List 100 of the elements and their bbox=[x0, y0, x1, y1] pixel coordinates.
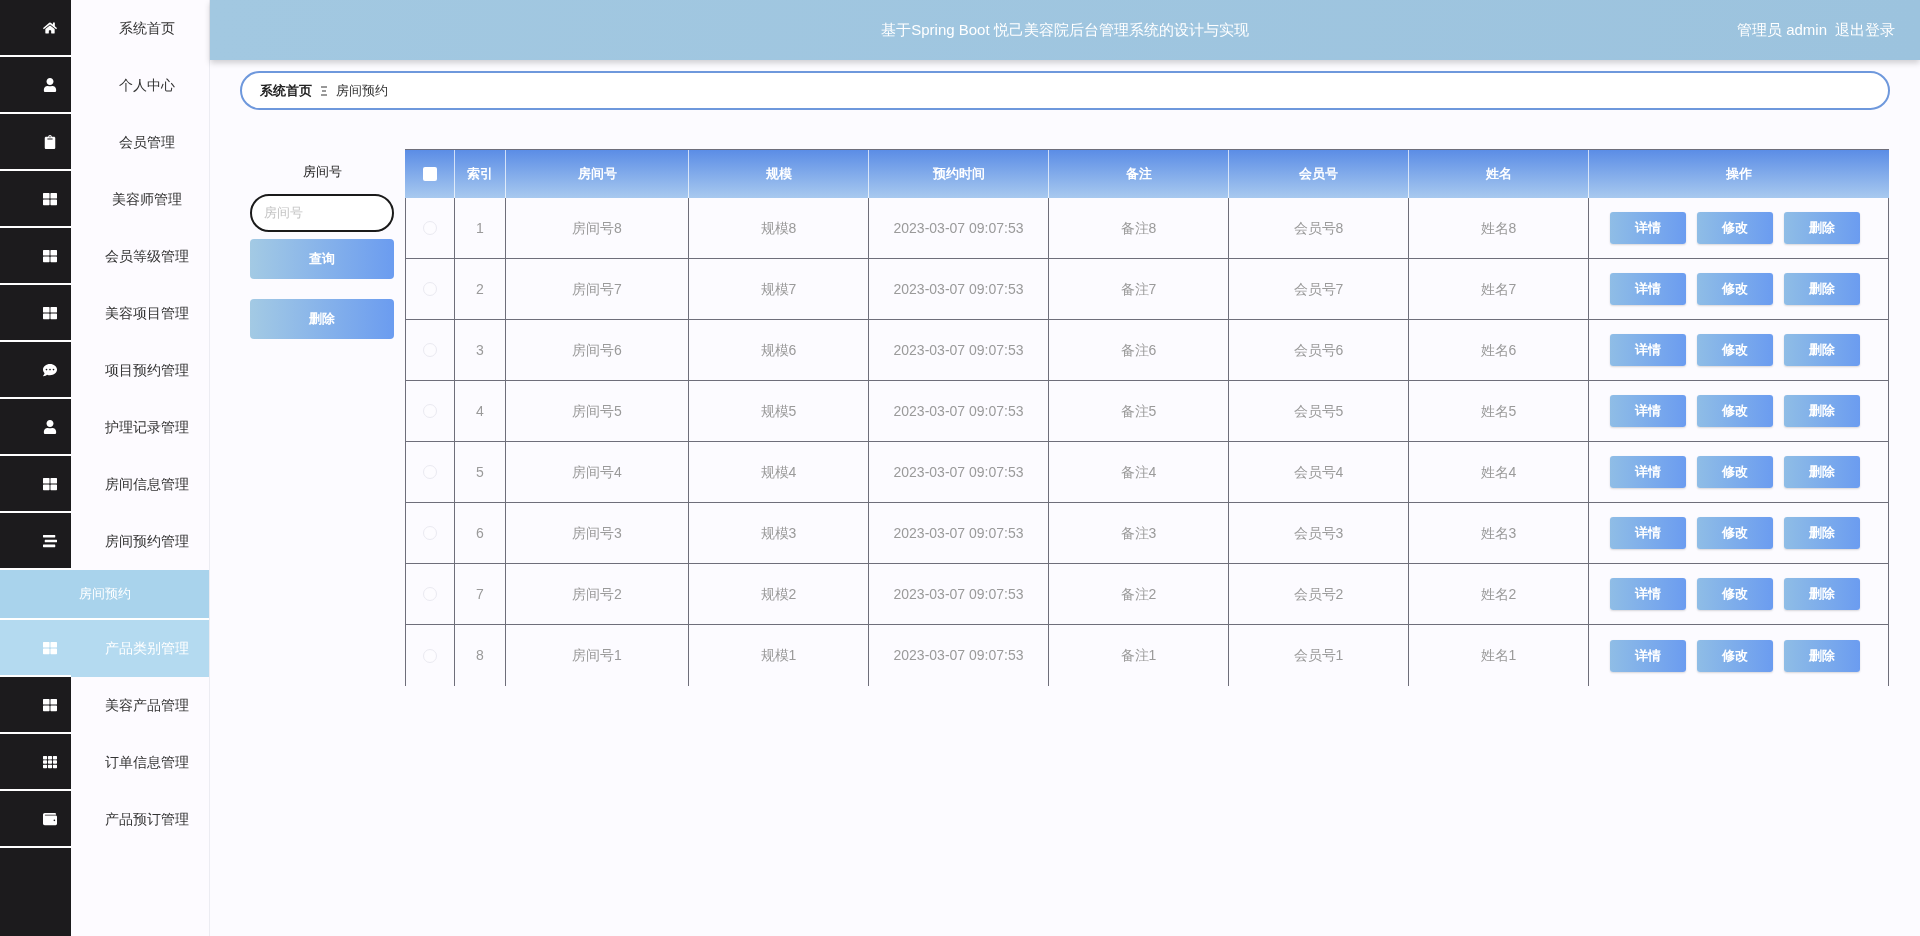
edit-button[interactable]: 修改 bbox=[1696, 517, 1773, 549]
table-cell: 会员号1 bbox=[1229, 625, 1409, 686]
sidebar-item[interactable]: 产品预订管理 bbox=[0, 791, 209, 848]
field-label: 房间号 bbox=[301, 163, 343, 181]
table-cell: 备注2 bbox=[1049, 564, 1229, 624]
table-cell: 备注1 bbox=[1049, 625, 1229, 686]
table-cell: 规模7 bbox=[689, 259, 869, 319]
sidebar-item[interactable]: 系统首页 bbox=[0, 0, 209, 57]
table-cell: 姓名4 bbox=[1409, 442, 1589, 502]
delete-button[interactable]: 删除 bbox=[250, 298, 394, 339]
details-button[interactable]: 详情 bbox=[1609, 212, 1686, 244]
table-cell: 房间号2 bbox=[506, 564, 689, 624]
sidebar-item[interactable]: 会员管理 bbox=[0, 114, 209, 171]
sidebar-item[interactable]: 订单信息管理 bbox=[0, 734, 209, 791]
table-cell: 姓名6 bbox=[1409, 320, 1589, 380]
search-button[interactable]: 查询 bbox=[250, 238, 394, 279]
details-button[interactable]: 详情 bbox=[1609, 578, 1686, 610]
table-cell: 会员号8 bbox=[1229, 198, 1409, 258]
sidebar-item[interactable]: 美容师管理 bbox=[0, 171, 209, 228]
grid-icon bbox=[43, 305, 57, 320]
table-cell: 7 bbox=[455, 564, 506, 624]
table-cell: 2023-03-07 09:07:53 bbox=[869, 503, 1049, 563]
table-cell: 5 bbox=[455, 442, 506, 502]
table-cell: 备注7 bbox=[1049, 259, 1229, 319]
table-cell: 会员号7 bbox=[1229, 259, 1409, 319]
delete-button[interactable]: 删除 bbox=[1783, 456, 1860, 488]
table-cell: 备注5 bbox=[1049, 381, 1229, 441]
table-cell: 姓名3 bbox=[1409, 503, 1589, 563]
column-header: 索引 bbox=[455, 150, 506, 198]
sidebar-item[interactable]: 护理记录管理 bbox=[0, 399, 209, 456]
select-all-checkbox[interactable] bbox=[422, 167, 437, 181]
table-cell: 2 bbox=[455, 259, 506, 319]
separator-icon bbox=[320, 85, 328, 96]
delete-button[interactable]: 删除 bbox=[1783, 517, 1860, 549]
table-cell: 房间号1 bbox=[506, 625, 689, 686]
table-cell: 会员号5 bbox=[1229, 381, 1409, 441]
list-icon bbox=[43, 533, 57, 548]
table-cell: 规模5 bbox=[689, 381, 869, 441]
table-cell: 备注6 bbox=[1049, 320, 1229, 380]
grid-icon bbox=[43, 248, 57, 263]
table-cell: 规模2 bbox=[689, 564, 869, 624]
edit-button[interactable]: 修改 bbox=[1696, 456, 1773, 488]
table-cell: 规模6 bbox=[689, 320, 869, 380]
breadcrumb-link[interactable]: 系统首页 bbox=[260, 80, 312, 101]
details-button[interactable]: 详情 bbox=[1609, 395, 1686, 427]
user-icon bbox=[43, 77, 57, 92]
delete-button[interactable]: 删除 bbox=[1783, 639, 1860, 672]
clipboard-icon bbox=[43, 134, 57, 149]
details-button[interactable]: 详情 bbox=[1609, 639, 1686, 672]
table-cell: 2023-03-07 09:07:53 bbox=[869, 320, 1049, 380]
table-cell: 备注3 bbox=[1049, 503, 1229, 563]
delete-button[interactable]: 删除 bbox=[1783, 395, 1860, 427]
submenu-item[interactable]: 房间预约 bbox=[0, 570, 209, 620]
sidebar-item[interactable]: 个人中心 bbox=[0, 57, 209, 114]
column-header: 会员号 bbox=[1229, 150, 1409, 198]
delete-button[interactable]: 删除 bbox=[1783, 334, 1860, 366]
sidebar-item[interactable]: 房间信息管理 bbox=[0, 456, 209, 513]
table-cell: 1 bbox=[455, 198, 506, 258]
table-cell: 2023-03-07 09:07:53 bbox=[869, 198, 1049, 258]
edit-button[interactable]: 修改 bbox=[1696, 578, 1773, 610]
table-cell: 规模1 bbox=[689, 625, 869, 686]
table-cell: 规模8 bbox=[689, 198, 869, 258]
column-header: 姓名 bbox=[1409, 150, 1589, 198]
table-cell: 房间号7 bbox=[506, 259, 689, 319]
edit-button[interactable]: 修改 bbox=[1696, 334, 1773, 366]
details-button[interactable]: 详情 bbox=[1609, 456, 1686, 488]
header-title: 基于Spring Boot 悦己美容院后台管理系统的设计与实现 bbox=[881, 19, 1249, 40]
table-cell: 规模4 bbox=[689, 442, 869, 502]
sidebar-item[interactable]: 美容产品管理 bbox=[0, 677, 209, 734]
table-cell: 房间号8 bbox=[506, 198, 689, 258]
details-button[interactable]: 详情 bbox=[1609, 334, 1686, 366]
table-cell: 2023-03-07 09:07:53 bbox=[869, 259, 1049, 319]
table-cell: 8 bbox=[455, 625, 506, 686]
table-cell: 会员号6 bbox=[1229, 320, 1409, 380]
sidebar-item[interactable]: 产品类别管理 bbox=[0, 620, 209, 677]
sidebar-item[interactable]: 房间预约管理 bbox=[0, 513, 209, 570]
table-cell: 房间号5 bbox=[506, 381, 689, 441]
details-button[interactable]: 详情 bbox=[1609, 517, 1686, 549]
table-cell: 2023-03-07 09:07:53 bbox=[869, 442, 1049, 502]
delete-button[interactable]: 删除 bbox=[1783, 578, 1860, 610]
table-cell: 备注4 bbox=[1049, 442, 1229, 502]
details-button[interactable]: 详情 bbox=[1609, 273, 1686, 305]
table-cell: 姓名5 bbox=[1409, 381, 1589, 441]
table-cell: 姓名2 bbox=[1409, 564, 1589, 624]
sidebar-item[interactable]: 美容项目管理 bbox=[0, 285, 209, 342]
logout-link[interactable]: 退出登录 bbox=[1835, 18, 1895, 42]
grid-icon bbox=[43, 640, 57, 655]
delete-button[interactable]: 删除 bbox=[1783, 273, 1860, 305]
column-header: 预约时间 bbox=[869, 150, 1049, 198]
breadcrumb-current: 房间预约 bbox=[336, 81, 388, 100]
edit-button[interactable]: 修改 bbox=[1696, 639, 1773, 672]
search-input[interactable]: 房间号 bbox=[250, 193, 394, 232]
edit-button[interactable]: 修改 bbox=[1696, 395, 1773, 427]
chat-icon bbox=[43, 362, 57, 377]
delete-button[interactable]: 删除 bbox=[1783, 212, 1860, 244]
user-label: 管理员 admin bbox=[1736, 19, 1827, 40]
edit-button[interactable]: 修改 bbox=[1696, 212, 1773, 244]
edit-button[interactable]: 修改 bbox=[1696, 273, 1773, 305]
sidebar-item[interactable]: 项目预约管理 bbox=[0, 342, 209, 399]
sidebar-item[interactable]: 会员等级管理 bbox=[0, 228, 209, 285]
